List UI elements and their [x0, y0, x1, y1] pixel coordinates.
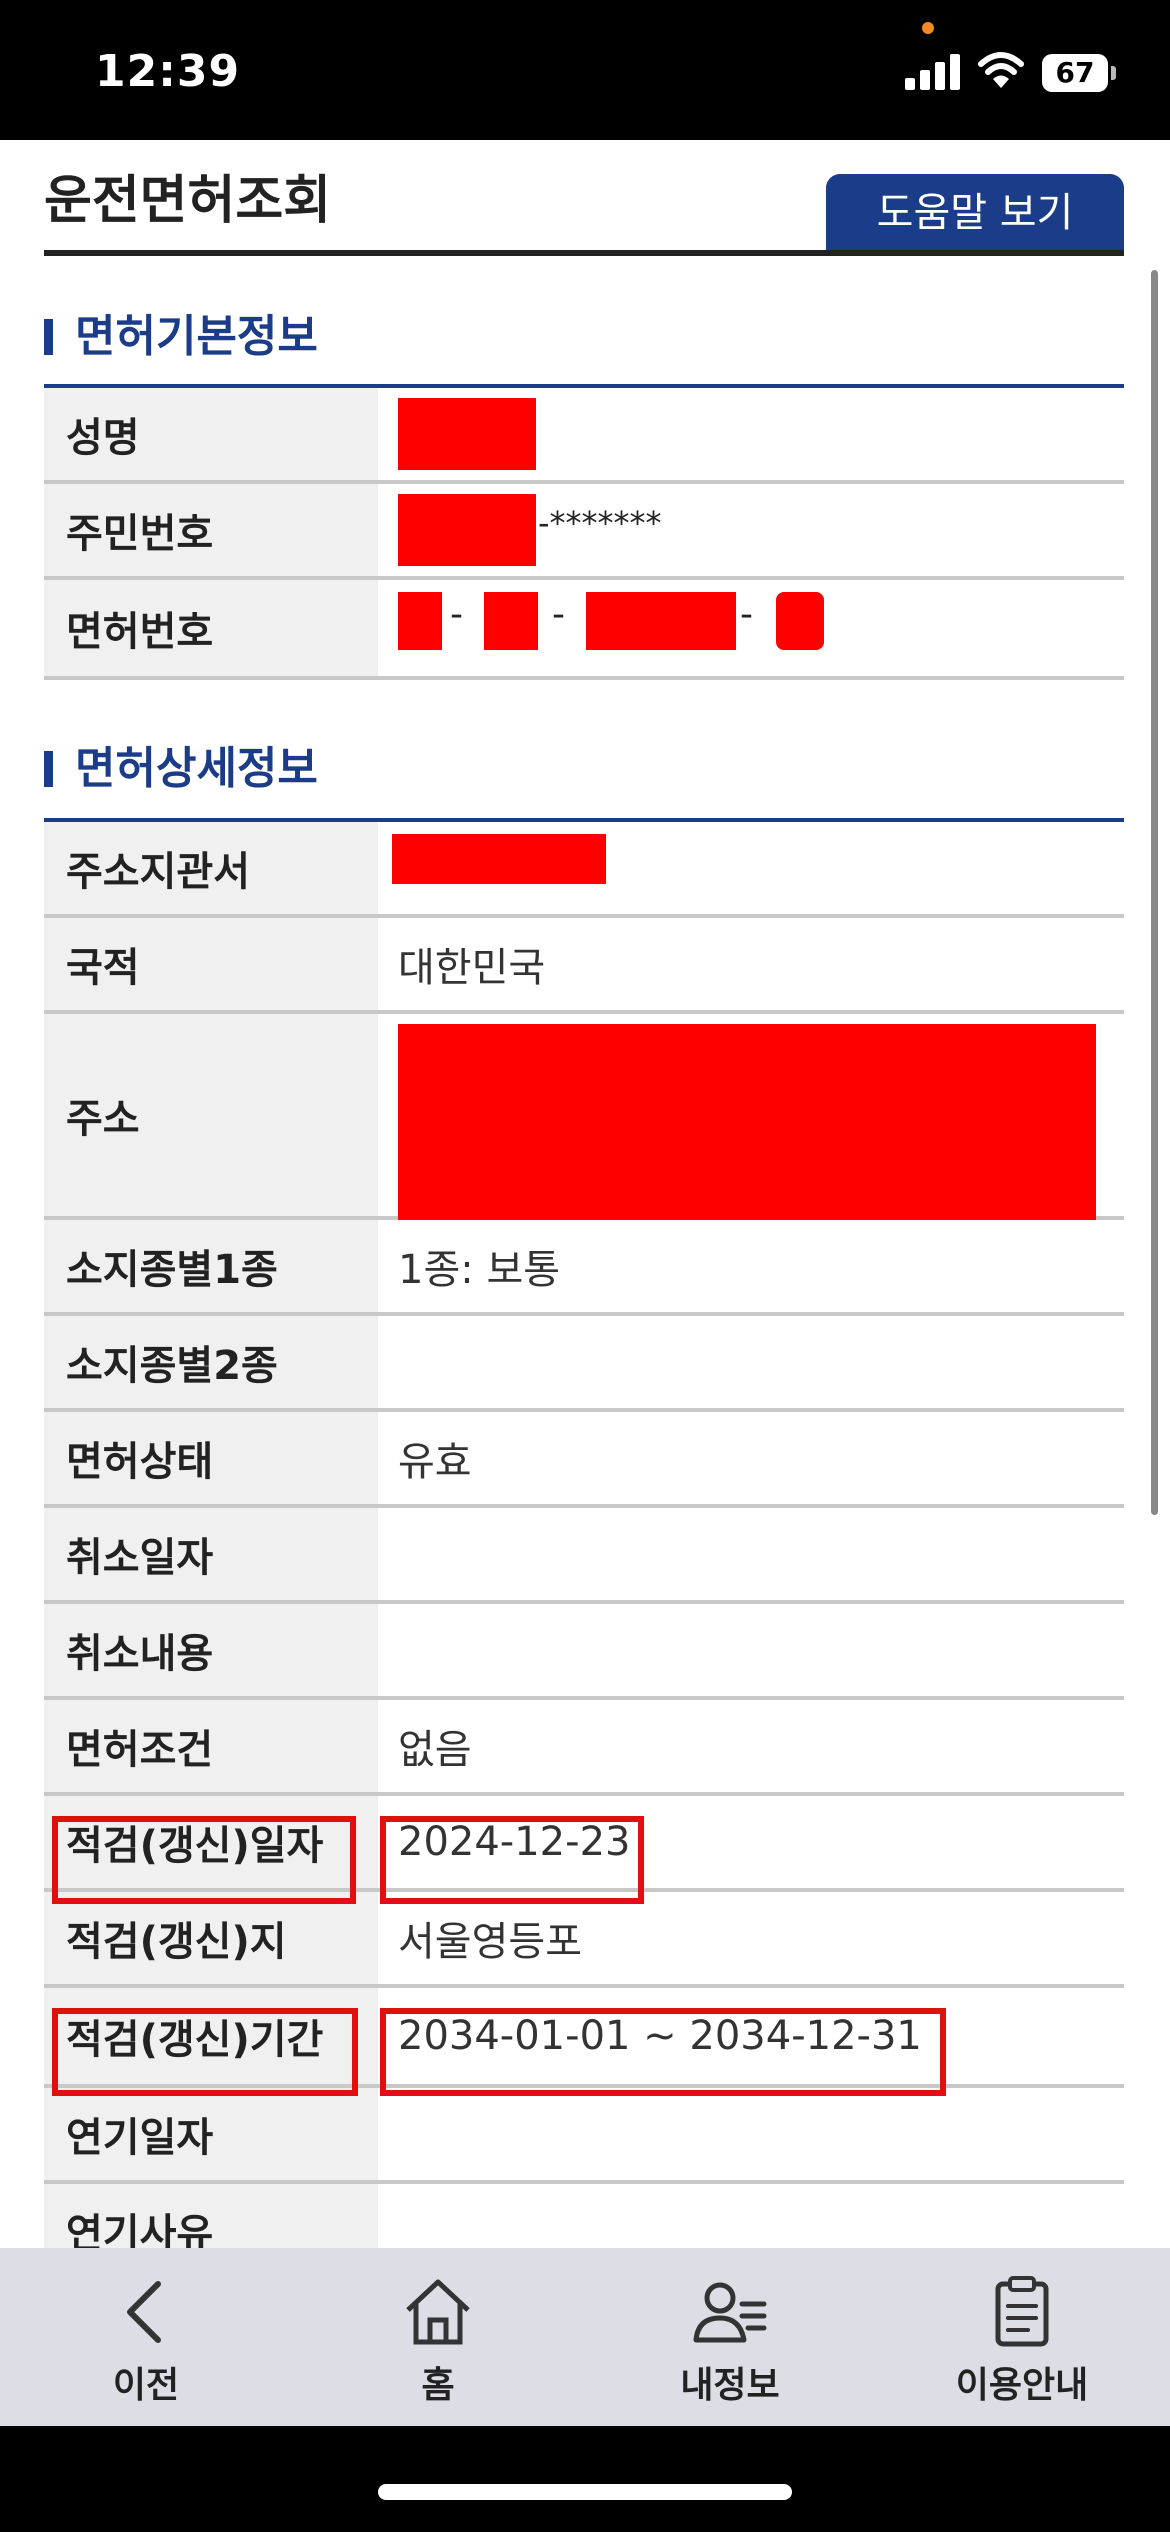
- status-bar: 12:39 67: [0, 0, 1170, 140]
- section-heading-basic: 면허기본정보: [44, 300, 318, 364]
- redacted-resident-number: [398, 494, 536, 566]
- tab-guide[interactable]: 이용안내: [876, 2248, 1168, 2426]
- section-heading-text: 면허상세정보: [75, 743, 318, 794]
- status-time: 12:39: [95, 46, 241, 97]
- row-label: 주소지관서: [44, 822, 378, 914]
- row-label: 적검(갱신)지: [44, 1892, 378, 1984]
- home-indicator[interactable]: [378, 2484, 792, 2500]
- row-value: 유효: [398, 1439, 472, 1485]
- section-heading-text: 면허기본정보: [75, 311, 318, 362]
- table-row: 적검(갱신)지 서울영등포: [44, 1892, 1124, 1988]
- redacted-license-part: [586, 592, 736, 650]
- privacy-indicator: [922, 22, 934, 34]
- help-button[interactable]: 도움말 보기: [826, 174, 1124, 252]
- row-value: 서울영등포: [398, 1919, 582, 1965]
- table-row: 취소일자: [44, 1508, 1124, 1604]
- row-label: 주소: [44, 1014, 378, 1216]
- row-value: 없음: [398, 1727, 472, 1773]
- bottom-tab-bar: 이전 홈 내정보 이용안내: [0, 2248, 1170, 2426]
- highlight-box-value: [380, 1816, 644, 1904]
- clipboard-icon: [995, 2276, 1049, 2347]
- tab-my-info[interactable]: 내정보: [584, 2248, 876, 2426]
- tab-back[interactable]: 이전: [0, 2248, 292, 2426]
- cellular-signal-icon: [905, 52, 963, 90]
- row-label: 소지종별2종: [44, 1316, 378, 1408]
- table-row: 소지종별2종: [44, 1316, 1124, 1412]
- battery-tip: [1111, 66, 1116, 80]
- tab-label: 이전: [112, 2365, 180, 2406]
- home-icon: [406, 2279, 470, 2345]
- separator: -: [552, 594, 565, 635]
- resident-number-mask: -*******: [538, 504, 662, 542]
- highlight-box-value: [380, 2008, 946, 2096]
- highlight-box-label: [52, 2008, 358, 2096]
- redacted-address: [398, 1024, 1096, 1220]
- tab-label: 이용안내: [955, 2365, 1089, 2406]
- row-value: [378, 1316, 1124, 1408]
- table-row: 취소내용: [44, 1604, 1124, 1700]
- page-title: 운전면허조회: [44, 171, 332, 231]
- separator: -: [450, 594, 463, 635]
- table-row: 국적 대한민국: [44, 918, 1124, 1014]
- table-row: 연기사유: [44, 2184, 1124, 2248]
- title-divider: [44, 250, 1124, 256]
- row-label: 연기사유: [44, 2184, 378, 2248]
- row-value: [378, 2184, 1124, 2248]
- section-marker: [44, 319, 53, 355]
- table-row: 면허번호 - - -: [44, 580, 1124, 680]
- tab-label: 홈: [421, 2365, 455, 2406]
- scrollbar[interactable]: [1151, 270, 1158, 1515]
- row-label: 취소일자: [44, 1508, 378, 1600]
- row-label: 소지종별1종: [44, 1220, 378, 1312]
- table-row: 주소지관서: [44, 822, 1124, 918]
- row-label: 면허조건: [44, 1700, 378, 1792]
- table-row: 주소: [44, 1014, 1124, 1220]
- row-value: 1종: 보통: [398, 1247, 561, 1293]
- table-row: 면허조건 없음: [44, 1700, 1124, 1796]
- tab-label: 내정보: [680, 2365, 780, 2406]
- redacted-name: [398, 398, 536, 470]
- row-value: [378, 1508, 1124, 1600]
- row-label: 국적: [44, 918, 378, 1010]
- redacted-license-part: [776, 592, 824, 650]
- table-row: 성명: [44, 388, 1124, 484]
- separator: -: [740, 594, 753, 635]
- row-label: 면허번호: [44, 580, 378, 676]
- row-value: 대한민국: [398, 945, 546, 991]
- highlight-box-label: [52, 1816, 356, 1904]
- table-row: 면허상태 유효: [44, 1412, 1124, 1508]
- chevron-left-icon: [127, 2281, 161, 2343]
- section-marker: [44, 751, 53, 787]
- user-list-icon: [693, 2282, 767, 2343]
- row-label: 면허상태: [44, 1412, 378, 1504]
- row-value: [378, 2088, 1124, 2180]
- home-indicator-area: [0, 2426, 1170, 2532]
- table-row: 주민번호 -*******: [44, 484, 1124, 580]
- redacted-license-part: [484, 592, 538, 650]
- battery-icon: 67: [1042, 54, 1108, 92]
- table-row: 연기일자: [44, 2088, 1124, 2184]
- redacted-license-part: [398, 592, 442, 650]
- row-value: [378, 1604, 1124, 1696]
- redacted-police-office: [392, 834, 606, 884]
- section-heading-detail: 면허상세정보: [44, 732, 318, 796]
- tab-home[interactable]: 홈: [292, 2248, 584, 2426]
- license-inquiry-page: 운전면허조회 도움말 보기 면허기본정보 성명 주민번호 -******* 면허…: [0, 140, 1170, 2248]
- row-label: 취소내용: [44, 1604, 378, 1696]
- table-row: 소지종별1종 1종: 보통: [44, 1220, 1124, 1316]
- row-label: 연기일자: [44, 2088, 378, 2180]
- row-label: 주민번호: [44, 484, 378, 576]
- row-label: 성명: [44, 388, 378, 480]
- wifi-icon: [978, 52, 1024, 88]
